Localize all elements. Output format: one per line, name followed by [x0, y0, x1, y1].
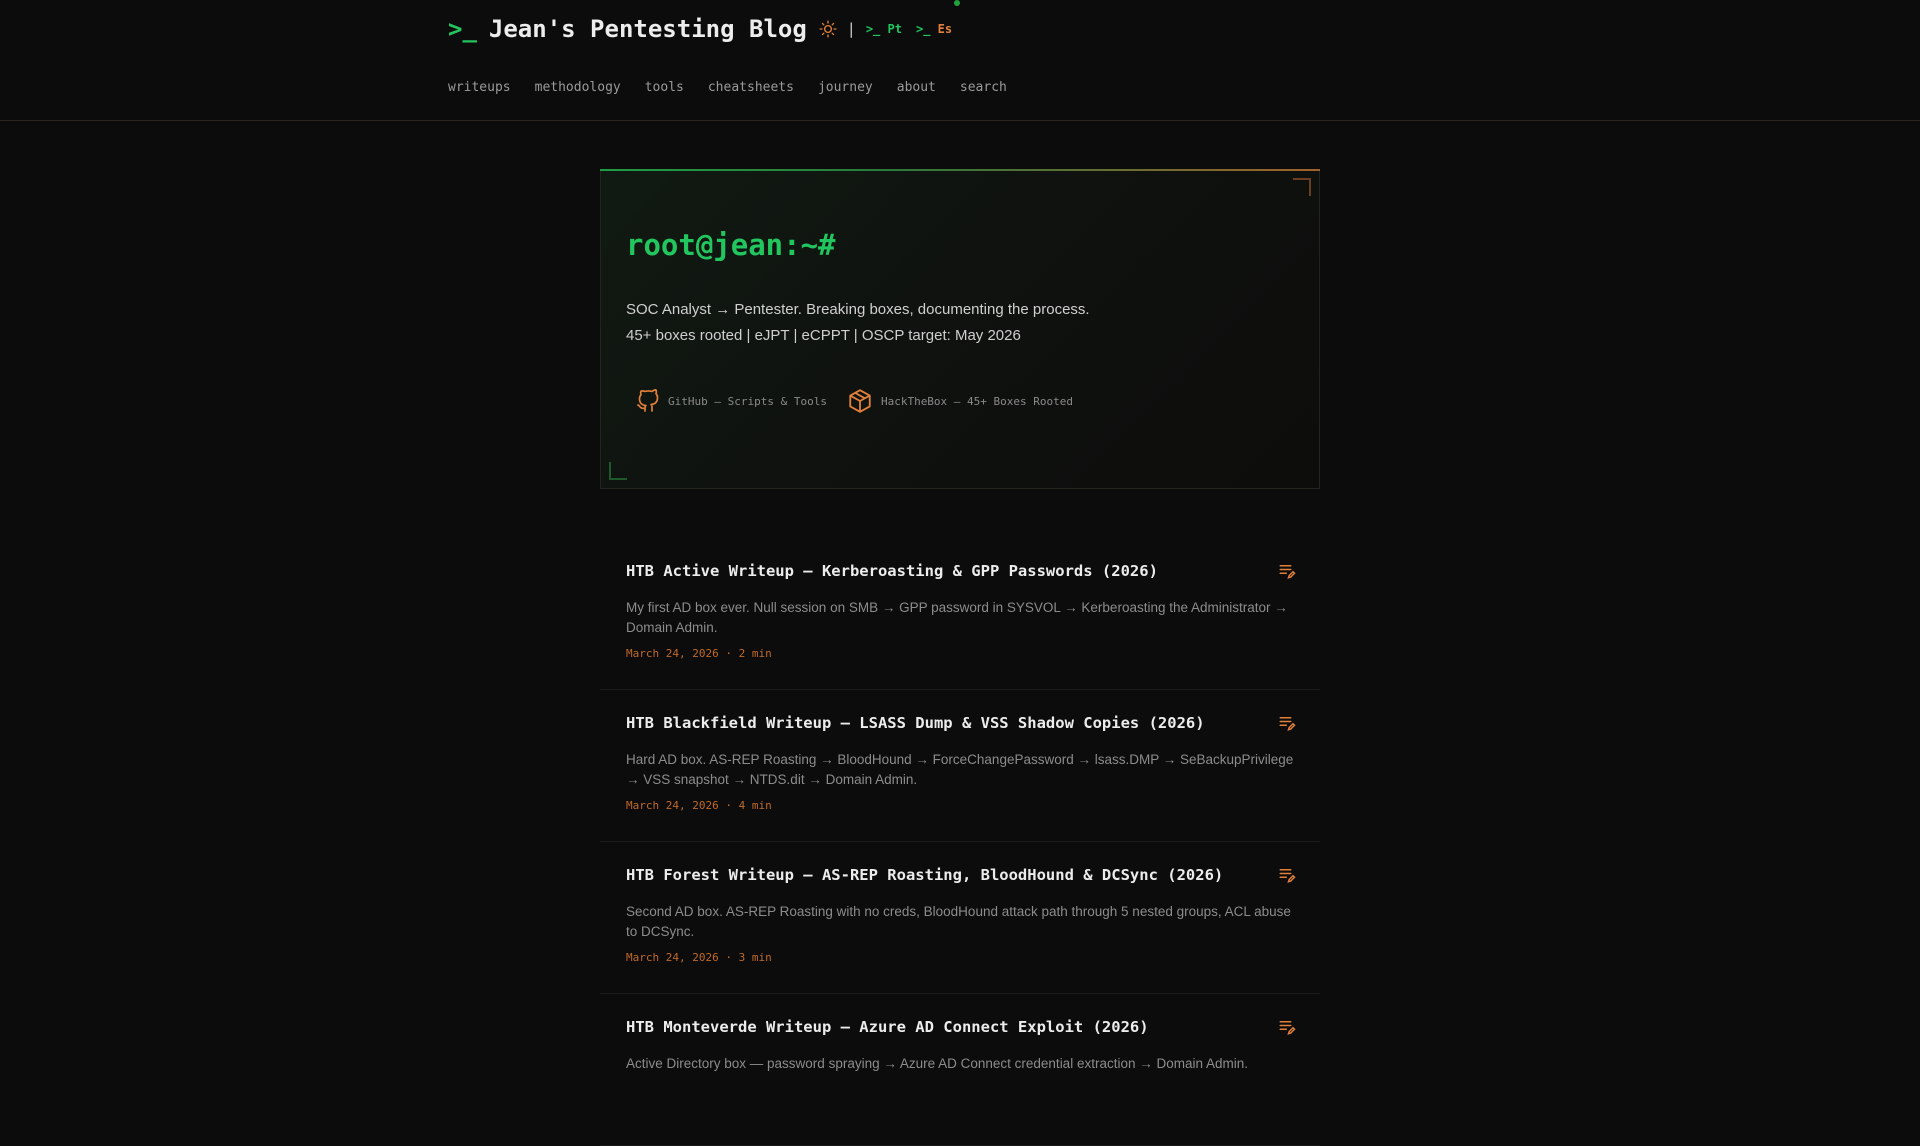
language-prompt: >_ — [865, 22, 881, 36]
nav-item-methodology[interactable]: methodology — [535, 80, 621, 95]
post-title[interactable]: HTB Monteverde Writeup — Azure AD Connec… — [626, 1018, 1149, 1036]
language-code: Pt — [887, 22, 902, 36]
edit-list-icon[interactable] — [1278, 1018, 1296, 1036]
github-link-label: GitHub — Scripts & Tools — [668, 394, 827, 408]
hero-accent-line — [600, 169, 1320, 171]
post-title[interactable]: HTB Active Writeup — Kerberoasting & GPP… — [626, 562, 1158, 580]
edit-list-icon[interactable] — [1278, 562, 1296, 580]
language-prompt: >_ — [915, 22, 931, 36]
github-link[interactable]: GitHub — Scripts & Tools — [636, 389, 827, 413]
nav-item-writeups[interactable]: writeups — [448, 80, 511, 95]
language-link-es[interactable]: >_ Es — [916, 22, 952, 36]
main-nav: writeups methodology tools cheatsheets j… — [448, 80, 1031, 95]
post-item[interactable]: HTB Active Writeup — Kerberoasting & GPP… — [600, 538, 1320, 690]
corner-bracket-bottom-left — [609, 462, 627, 480]
nav-item-journey[interactable]: journey — [818, 80, 873, 95]
post-meta: March 24, 2026 · 4 min — [626, 799, 772, 812]
site-title[interactable]: Jean's Pentesting Blog — [489, 15, 807, 43]
hero-card: root@jean:~# SOC Analyst → Pentester. Br… — [600, 169, 1320, 489]
box-icon — [849, 389, 871, 413]
post-description: My first AD box ever. Null session on SM… — [626, 600, 1288, 635]
edit-list-icon[interactable] — [1278, 866, 1296, 884]
post-title[interactable]: HTB Blackfield Writeup — LSASS Dump & VS… — [626, 714, 1205, 732]
hackthebox-link[interactable]: HackTheBox — 45+ Boxes Rooted — [847, 388, 1073, 414]
hackthebox-link-label: HackTheBox — 45+ Boxes Rooted — [880, 394, 1074, 408]
post-list: HTB Active Writeup — Kerberoasting & GPP… — [600, 538, 1320, 1146]
brand-row: >_ Jean's Pentesting Blog | >_ Pt >_ Es — [448, 12, 966, 46]
header-separator: | — [846, 20, 856, 38]
post-item[interactable]: HTB Blackfield Writeup — LSASS Dump & VS… — [600, 690, 1320, 842]
post-title[interactable]: HTB Forest Writeup — AS-REP Roasting, Bl… — [626, 866, 1223, 884]
nav-item-search[interactable]: search — [960, 80, 1007, 95]
post-item[interactable]: HTB Forest Writeup — AS-REP Roasting, Bl… — [600, 842, 1320, 994]
post-meta: March 24, 2026 · 2 min — [626, 647, 772, 660]
post-meta: March 24, 2026 · 3 min — [626, 951, 772, 964]
brand-prompt[interactable]: >_ — [448, 15, 477, 43]
hero-links: GitHub — Scripts & Tools HackTheBox — 45… — [636, 388, 1093, 414]
corner-bracket-top-right — [1293, 178, 1311, 196]
post-description: Second AD box. AS-REP Roasting with no c… — [626, 904, 1291, 939]
post-description: Active Directory box — password spraying… — [626, 1056, 1249, 1071]
nav-item-cheatsheets[interactable]: cheatsheets — [708, 80, 794, 95]
hero-prompt: root@jean:~# — [626, 228, 836, 262]
nav-item-about[interactable]: about — [897, 80, 936, 95]
post-description: Hard AD box. AS-REP Roasting → BloodHoun… — [626, 752, 1294, 787]
post-item[interactable]: HTB Monteverde Writeup — Azure AD Connec… — [600, 994, 1320, 1146]
github-icon — [637, 389, 659, 412]
language-link-pt[interactable]: >_ Pt — [866, 22, 902, 36]
site-header: >_ Jean's Pentesting Blog | >_ Pt >_ Es — [0, 0, 1920, 121]
sun-icon[interactable] — [817, 18, 839, 40]
language-code: Es — [937, 22, 953, 36]
hero-stats: 45+ boxes rooted | eJPT | eCPPT | OSCP t… — [626, 327, 1021, 344]
hero-tagline: SOC Analyst → Pentester. Breaking boxes,… — [626, 301, 1090, 318]
nav-item-tools[interactable]: tools — [645, 80, 684, 95]
edit-list-icon[interactable] — [1278, 714, 1296, 732]
